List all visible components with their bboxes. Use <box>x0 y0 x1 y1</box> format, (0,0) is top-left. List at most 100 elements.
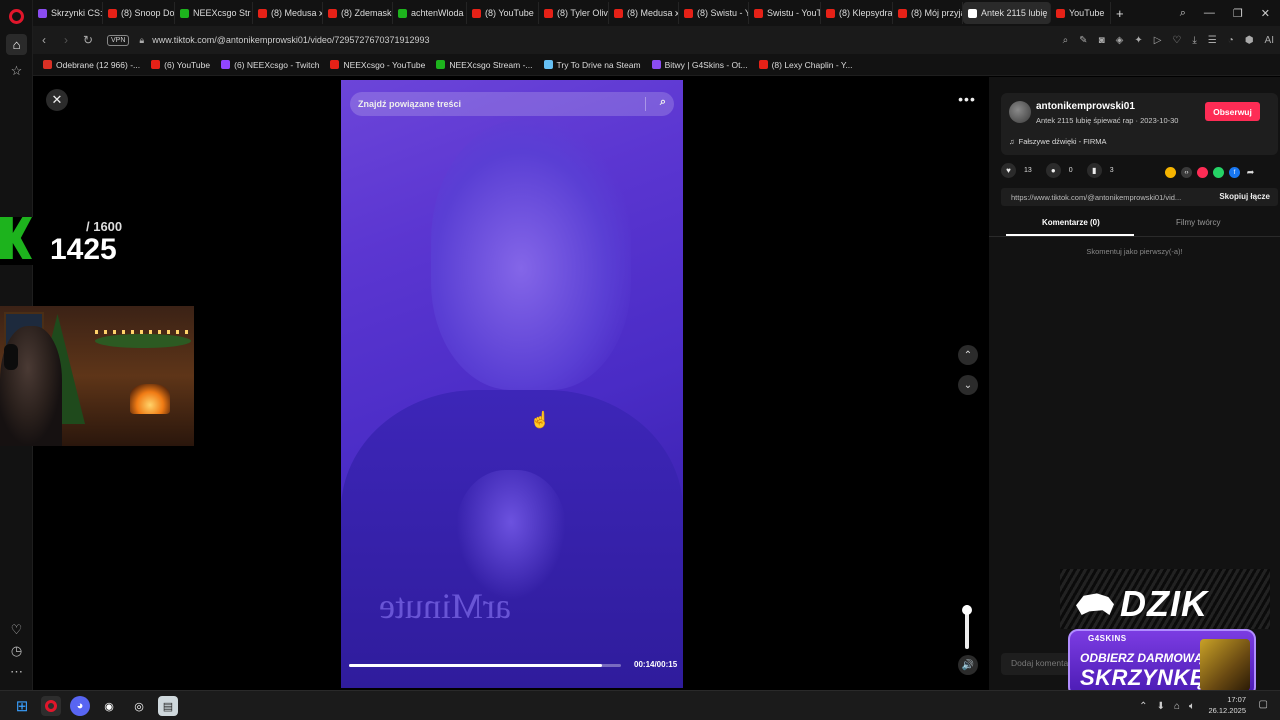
browser-tab[interactable]: (8) Tyler Olive <box>539 2 609 24</box>
share-icon[interactable]: ➦ <box>1245 167 1256 178</box>
bookmark-item[interactable]: NEEXcsgo - YouTube <box>330 60 425 70</box>
volume-knob[interactable] <box>962 605 972 615</box>
notifications-icon[interactable]: ▢ <box>1259 699 1268 710</box>
maximize-button[interactable]: ❐ <box>1233 7 1243 20</box>
opera-logo-icon[interactable] <box>9 9 24 24</box>
send-icon[interactable] <box>1197 167 1208 178</box>
browser-tab[interactable]: (8) Medusa x <box>609 2 679 24</box>
url-field[interactable]: www.tiktok.com/@antonikemprowski01/video… <box>152 35 429 45</box>
reload-button[interactable]: ↻ <box>77 33 99 47</box>
browser-tab[interactable]: Swistu - YouT <box>749 2 821 24</box>
browser-tab[interactable]: achtenWloda <box>393 2 467 24</box>
author-username[interactable]: antonikemprowski01 <box>1036 101 1135 112</box>
lock-icon[interactable]: 🔒︎ <box>139 35 144 46</box>
steam-icon[interactable]: ◉ <box>99 696 119 716</box>
profile-icon[interactable]: ◔ <box>1228 35 1234 46</box>
player-icon[interactable]: ▷ <box>1154 35 1162 46</box>
browser-tab[interactable]: (8) YouTube <box>467 2 539 24</box>
bookmark-item[interactable]: (6) NEEXcsgo - Twitch <box>221 60 319 70</box>
volume-slider[interactable] <box>962 605 972 649</box>
tab-label: achtenWloda <box>411 8 464 18</box>
tab-comments[interactable]: Komentarze (0) <box>1042 218 1100 227</box>
search-icon[interactable]: ⌕ <box>1063 35 1069 46</box>
tab-label: (8) Tyler Olive <box>557 8 609 18</box>
browser-tab[interactable]: NEEXcsgo Str <box>175 2 253 24</box>
back-button[interactable]: ‹ <box>33 33 55 47</box>
tab-label: YouTube <box>1069 8 1105 18</box>
search-tabs-icon[interactable]: ⌕ <box>1180 7 1186 20</box>
taskbar-clock[interactable]: 17:07 26.12.2025 <box>1208 694 1246 716</box>
embed-icon[interactable]: ‹› <box>1181 167 1192 178</box>
minimize-button[interactable]: — <box>1204 7 1215 19</box>
network-icon[interactable]: ⌂ <box>1174 701 1180 712</box>
forward-button[interactable]: › <box>55 33 77 47</box>
facebook-icon[interactable]: f <box>1229 167 1240 178</box>
tab-creator-videos[interactable]: Filmy twórcy <box>1176 218 1220 227</box>
aria-icon[interactable]: AI <box>1265 35 1274 46</box>
speaker-icon[interactable]: 🔈︎ <box>1189 701 1195 712</box>
bookmark-item[interactable]: NEEXcsgo Stream -... <box>436 59 533 70</box>
copy-link-button[interactable]: Skopiuj łącze <box>1219 192 1270 201</box>
file-explorer-icon[interactable]: ▤ <box>158 696 178 716</box>
more-sidebar-icon[interactable]: ⋯ <box>6 661 27 682</box>
star-icon[interactable]: ☆ <box>6 60 27 81</box>
more-options-button[interactable]: ••• <box>956 91 978 111</box>
close-window-button[interactable]: ✕ <box>1261 7 1270 20</box>
previous-video-button[interactable]: ⌃ <box>958 345 978 365</box>
obs-icon[interactable]: ◎ <box>129 696 149 716</box>
bookmark-icon[interactable]: ▮ <box>1086 163 1102 178</box>
heart-sidebar-icon[interactable]: ♡ <box>6 619 27 640</box>
repost-icon[interactable] <box>1165 167 1176 178</box>
home-icon[interactable]: ⌂ <box>6 34 27 55</box>
bookmark-label: NEEXcsgo Stream -... <box>449 59 533 70</box>
browser-tab[interactable]: Skrzynki CS:G <box>33 2 103 24</box>
volume-icon[interactable]: 🔊 <box>958 655 978 675</box>
browser-tab[interactable]: YouTube <box>1051 2 1111 24</box>
bookmark-item[interactable]: Bitwy | G4Skins - Ot... <box>651 60 748 70</box>
search-icon[interactable]: ⌕ <box>660 96 666 109</box>
comment-icon[interactable]: ● <box>1045 163 1061 178</box>
related-search-input[interactable]: Znajdź powiązane treści ⌕ <box>350 92 674 116</box>
bookmark-item[interactable]: Try To Drive na Steam <box>543 60 641 70</box>
whatsapp-icon[interactable] <box>1213 167 1224 178</box>
follow-button[interactable]: Obserwuj <box>1205 102 1260 121</box>
camera-icon[interactable]: ◙ <box>1099 35 1105 46</box>
download-icon[interactable]: ⤓ <box>1192 35 1196 46</box>
cube-icon[interactable]: ⬢ <box>1245 35 1254 46</box>
tray-chevron-icon[interactable]: ⌃ <box>1139 701 1147 712</box>
video-progress-bar[interactable] <box>349 664 621 667</box>
discord-icon[interactable]: ◕ <box>70 696 90 716</box>
bookmark-label: (6) NEEXcsgo - Twitch <box>234 59 320 70</box>
browser-tab[interactable]: (8) Zdemasko <box>323 2 393 24</box>
avatar[interactable] <box>1009 101 1031 123</box>
next-video-button[interactable]: ⌄ <box>958 375 978 395</box>
extension-icon[interactable]: ✦ <box>1134 35 1142 46</box>
opera-taskbar-icon[interactable] <box>41 696 61 716</box>
tab-label: (8) Medusa x <box>271 8 323 18</box>
new-tab-button[interactable]: + <box>1111 2 1129 24</box>
menu-icon[interactable]: ☰ <box>1208 35 1217 46</box>
browser-tab[interactable]: (8) Mój przyja <box>893 2 963 24</box>
browser-tab[interactable]: (8) Snoop Do <box>103 2 175 24</box>
bookmark-item[interactable]: Odebrane (12 966) -... <box>43 60 140 70</box>
close-video-button[interactable]: ✕ <box>46 89 68 111</box>
music-link[interactable]: ♫ Fałszywe dźwięki - FIRMA <box>1009 137 1107 146</box>
browser-tab[interactable]: Antek 2115 lubię śp <box>963 2 1051 24</box>
promo-line2: SKRZYNKĘ! <box>1080 665 1213 690</box>
browser-tab[interactable]: (8) Swistu - Yo <box>679 2 749 24</box>
copy-link-bar: https://www.tiktok.com/@antonikemprowski… <box>1001 188 1278 206</box>
like-icon[interactable]: ♥ <box>1001 163 1016 178</box>
video-player[interactable]: arMinute Znajdź powiązane treści ⌕ 00:14… <box>341 80 683 688</box>
tray-app-icon[interactable]: ⬇ <box>1157 701 1165 712</box>
history-icon[interactable]: ◷ <box>6 640 27 661</box>
edit-icon[interactable]: ✎ <box>1079 35 1087 46</box>
bookmark-item[interactable]: (8) Lexy Chaplin - Y... <box>758 60 853 70</box>
windows-start-icon[interactable]: ⊞ <box>12 696 32 716</box>
shield-icon[interactable]: ◈ <box>1116 35 1124 46</box>
bookmark-item[interactable]: (6) YouTube <box>151 60 210 70</box>
heart-icon[interactable]: ♡ <box>1172 35 1181 46</box>
browser-tab[interactable]: (8) Medusa x <box>253 2 323 24</box>
browser-tab[interactable]: (8) Klepsydra <box>821 2 893 24</box>
vpn-badge[interactable]: VPN <box>107 34 130 46</box>
address-bar-tools: ⌕ ✎ ◙ ◈ ✦ ▷ ♡ ⤓ ☰ ◔ ⬢ AI <box>1063 26 1274 54</box>
